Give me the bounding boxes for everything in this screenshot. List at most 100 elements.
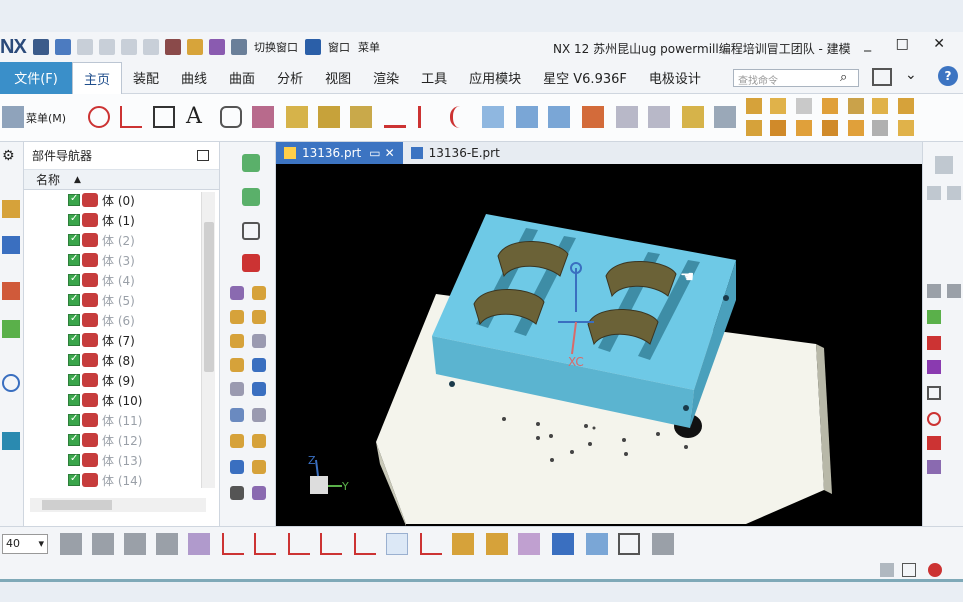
- status-icon-1[interactable]: [880, 563, 894, 577]
- layer-2-icon[interactable]: [92, 533, 114, 555]
- visibility-checkbox[interactable]: [68, 373, 80, 386]
- redo-icon[interactable]: [77, 39, 93, 55]
- wireframe-icon[interactable]: [618, 533, 640, 555]
- switch-window-button[interactable]: 切换窗口: [254, 39, 298, 55]
- tool-k-icon[interactable]: [230, 408, 244, 422]
- csys-4-icon[interactable]: [288, 533, 310, 555]
- window-controls[interactable]: _ □ ✕: [864, 36, 955, 52]
- history-icon[interactable]: [2, 432, 20, 450]
- tab-electrode-design[interactable]: 电极设计: [638, 62, 712, 94]
- csys-2-icon[interactable]: [222, 533, 244, 555]
- chevron-down-icon[interactable]: ⌄: [905, 67, 917, 83]
- navigator-row[interactable]: 体 (13): [24, 450, 219, 470]
- assembly-navigator-icon[interactable]: [2, 200, 20, 218]
- xingkong-tool-11-icon[interactable]: [822, 120, 838, 136]
- chamfer-icon[interactable]: [682, 106, 704, 128]
- tool-j-icon[interactable]: [252, 382, 266, 396]
- settings-icon[interactable]: ⚙: [2, 148, 15, 164]
- create-point-icon[interactable]: [242, 222, 260, 240]
- model-view[interactable]: XC Z Y ☚: [276, 164, 922, 526]
- tab-xingkong[interactable]: 星空 V6.936F: [532, 62, 638, 94]
- tool-g-icon[interactable]: [230, 358, 244, 372]
- intersect-curve-icon[interactable]: [384, 106, 406, 128]
- horizontal-scrollbar[interactable]: [30, 498, 206, 512]
- right-tool-1-icon[interactable]: [935, 156, 953, 174]
- main-menu-button[interactable]: 菜单(M): [26, 110, 66, 126]
- right-tool-12-icon[interactable]: [927, 460, 941, 474]
- touch-mode-icon[interactable]: [187, 39, 203, 55]
- doc-tab-13136[interactable]: 13136.prt ▭ ✕: [276, 142, 403, 164]
- maximize-panel-icon[interactable]: [197, 150, 209, 161]
- angle-icon[interactable]: [486, 533, 508, 555]
- xingkong-tool-14-icon[interactable]: [898, 120, 914, 136]
- tool-a-icon[interactable]: [230, 286, 244, 300]
- layer-1-icon[interactable]: [60, 533, 82, 555]
- status-icon-3[interactable]: [928, 563, 942, 577]
- csys-3-icon[interactable]: [254, 533, 276, 555]
- xingkong-tool-1-icon[interactable]: [746, 98, 762, 114]
- xingkong-tool-2-icon[interactable]: [770, 98, 786, 114]
- trim-body-icon[interactable]: [516, 106, 538, 128]
- part-navigator-icon[interactable]: [2, 282, 20, 300]
- body-icon[interactable]: [242, 254, 260, 272]
- tab-analysis[interactable]: 分析: [266, 62, 314, 94]
- shell-icon[interactable]: [616, 106, 638, 128]
- web-browser-icon[interactable]: [2, 374, 20, 392]
- rectangle-icon[interactable]: [153, 106, 175, 128]
- right-tool-11-icon[interactable]: [927, 436, 941, 450]
- navigator-row[interactable]: 体 (8): [24, 350, 219, 370]
- visibility-checkbox[interactable]: [68, 433, 80, 446]
- save-icon[interactable]: [33, 39, 49, 55]
- tool-c-icon[interactable]: [230, 310, 244, 324]
- search-icon[interactable]: ⌕: [840, 70, 847, 85]
- tool-n-icon[interactable]: [252, 434, 266, 448]
- scroll-thumb-horizontal[interactable]: [42, 500, 112, 510]
- visibility-checkbox[interactable]: [68, 353, 80, 366]
- move-face-icon[interactable]: [714, 106, 736, 128]
- visibility-checkbox[interactable]: [68, 333, 80, 346]
- xingkong-tool-13-icon[interactable]: [872, 120, 888, 136]
- right-tool-9-icon[interactable]: [927, 386, 941, 400]
- right-tool-4-icon[interactable]: [927, 284, 941, 298]
- right-tool-8-icon[interactable]: [927, 360, 941, 374]
- offset-surface-icon[interactable]: [482, 106, 504, 128]
- reuse-library-icon[interactable]: [2, 320, 20, 338]
- navigator-row[interactable]: 体 (0): [24, 190, 219, 210]
- navigator-row[interactable]: 体 (12): [24, 430, 219, 450]
- help-icon[interactable]: ?: [938, 66, 958, 86]
- through-curves-icon[interactable]: [318, 106, 340, 128]
- window-icon[interactable]: [305, 39, 321, 55]
- tool-i-icon[interactable]: [230, 382, 244, 396]
- undo-icon[interactable]: [55, 39, 71, 55]
- point-icon[interactable]: [88, 106, 110, 128]
- vertical-scrollbar[interactable]: [201, 192, 215, 488]
- navigator-row[interactable]: 体 (2): [24, 230, 219, 250]
- scroll-thumb[interactable]: [204, 222, 214, 372]
- selection-icon[interactable]: [209, 39, 225, 55]
- paste-icon[interactable]: [143, 39, 159, 55]
- line-icon[interactable]: [120, 106, 142, 128]
- csys-7-icon[interactable]: [386, 533, 408, 555]
- tab-tools[interactable]: 工具: [410, 62, 458, 94]
- tool-r-icon[interactable]: [252, 486, 266, 500]
- sort-ascending-icon[interactable]: ▲: [74, 175, 81, 185]
- csys-5-icon[interactable]: [320, 533, 342, 555]
- name-column-header[interactable]: 名称 ▲: [24, 170, 219, 190]
- close-icon[interactable]: ✕: [385, 146, 395, 160]
- fullscreen-icon[interactable]: [872, 68, 892, 86]
- window-menu[interactable]: 窗口: [328, 39, 350, 55]
- navigator-row[interactable]: 体 (7): [24, 330, 219, 350]
- xingkong-tool-4-icon[interactable]: [822, 98, 838, 114]
- inspect-icon[interactable]: [518, 533, 540, 555]
- navigator-row[interactable]: 体 (3): [24, 250, 219, 270]
- navigator-row[interactable]: 体 (9): [24, 370, 219, 390]
- tool-l-icon[interactable]: [252, 408, 266, 422]
- xingkong-tool-12-icon[interactable]: [848, 120, 864, 136]
- pattern-icon[interactable]: [582, 106, 604, 128]
- layer-3-icon[interactable]: [124, 533, 146, 555]
- graphics-window[interactable]: XC Z Y ☚: [276, 164, 922, 526]
- copy-icon[interactable]: [121, 39, 137, 55]
- tool-h-icon[interactable]: [252, 358, 266, 372]
- sew-icon[interactable]: [548, 106, 570, 128]
- tool-f-icon[interactable]: [252, 334, 266, 348]
